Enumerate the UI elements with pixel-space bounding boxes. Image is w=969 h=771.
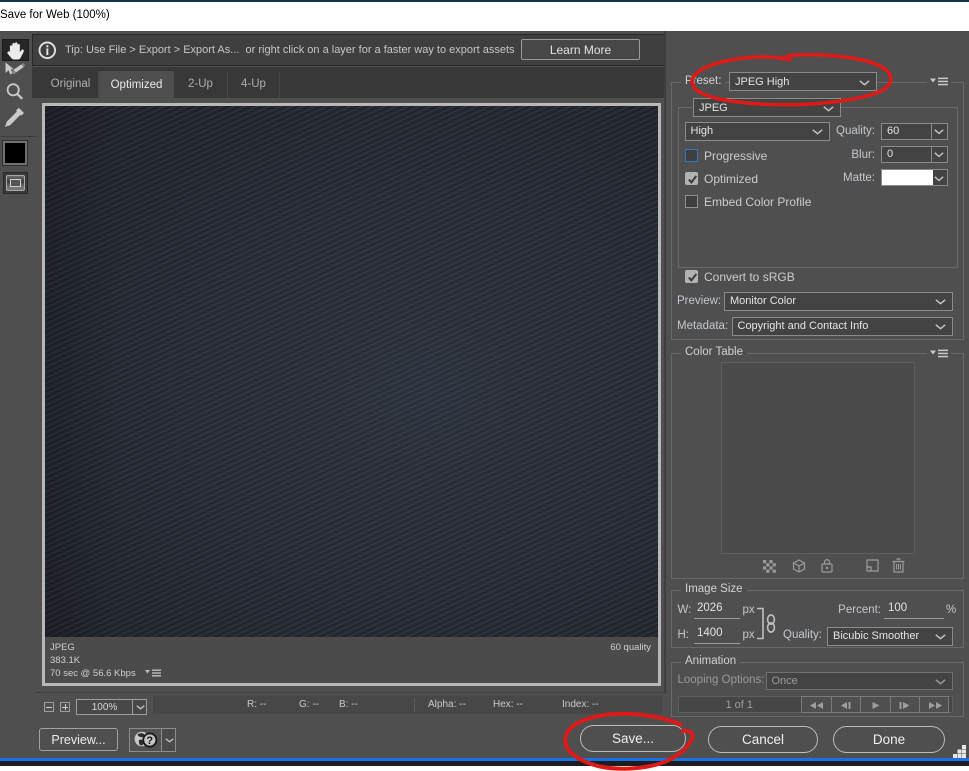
svg-text:?: ? [146, 735, 153, 747]
